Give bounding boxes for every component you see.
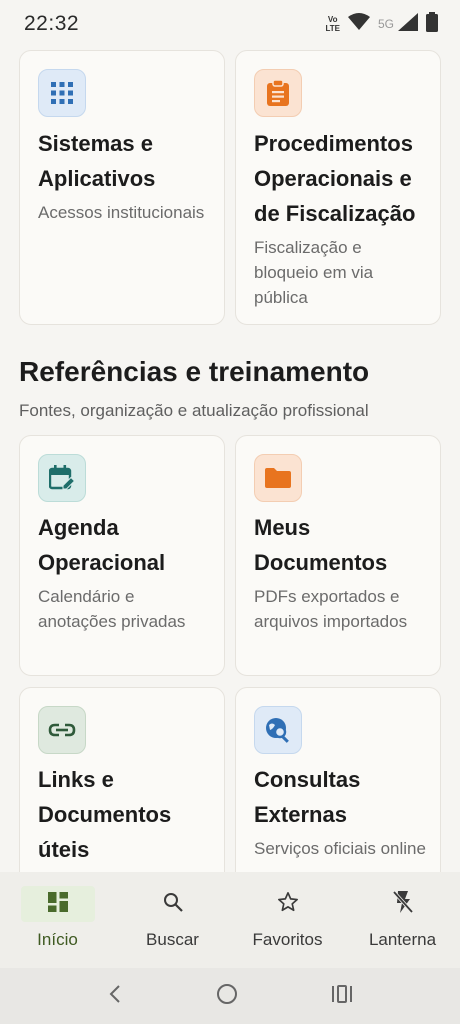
calendar-edit-icon bbox=[38, 454, 86, 502]
card-description: Calendário e anotações privadas bbox=[38, 587, 186, 631]
nav-item-favoritos[interactable]: Favoritos bbox=[230, 872, 345, 968]
grid-icon bbox=[38, 69, 86, 117]
nav-item-buscar[interactable]: Buscar bbox=[115, 872, 230, 968]
card-title: Links e Documentos úteis bbox=[38, 767, 172, 862]
folder-icon bbox=[254, 454, 302, 502]
globe-search-icon bbox=[254, 706, 302, 754]
card-description: Fiscalização e bloqueio em via pública bbox=[254, 238, 374, 307]
search-icon bbox=[163, 892, 183, 917]
star-icon bbox=[277, 891, 299, 918]
card-links-documentos[interactable]: Links e Documentos úteis bbox=[19, 687, 225, 872]
recents-icon[interactable] bbox=[331, 984, 353, 1009]
section-subtitle: Fontes, organização e atualização profis… bbox=[19, 401, 369, 420]
nav-label: Favoritos bbox=[252, 930, 323, 949]
card-consultas-externas[interactable]: Consultas Externas Serviços oficiais onl… bbox=[235, 687, 441, 872]
status-icons: Vo LTE 5G bbox=[325, 11, 438, 37]
card-title: Consultas Externas bbox=[254, 767, 361, 827]
system-navigation-bar bbox=[0, 968, 460, 1024]
nav-label: Início bbox=[37, 930, 78, 949]
wifi-icon bbox=[347, 12, 370, 36]
network-type: 5G bbox=[377, 17, 394, 31]
battery-icon bbox=[426, 11, 438, 37]
card-description: Serviços oficiais online bbox=[254, 839, 426, 858]
status-time: 22:32 bbox=[24, 12, 80, 35]
card-description: PDFs exportados e arquivos importados bbox=[254, 587, 408, 631]
card-title: Sistemas e Aplicativos bbox=[38, 131, 156, 191]
dashboard-icon bbox=[47, 891, 68, 917]
nav-item-inicio[interactable]: Início bbox=[0, 872, 115, 968]
nav-label: Buscar bbox=[146, 930, 199, 949]
flash-off-icon bbox=[392, 890, 414, 919]
signal-icon bbox=[398, 12, 418, 36]
clipboard-icon bbox=[254, 69, 302, 117]
card-procedimentos-operacionais[interactable]: Procedimentos Operacionais e de Fiscaliz… bbox=[235, 50, 441, 325]
card-description: Acessos institucionais bbox=[38, 203, 205, 222]
main-content[interactable]: Sistemas e Aplicativos Acessos instituci… bbox=[0, 48, 460, 872]
nav-label: Lanterna bbox=[368, 930, 437, 949]
nav-item-lanterna[interactable]: Lanterna bbox=[345, 872, 460, 968]
volte-indicator: Vo LTE bbox=[325, 15, 340, 33]
bottom-navigation: Início Buscar Favoritos Lanterna bbox=[0, 872, 460, 968]
status-bar: 22:32 Vo LTE 5G bbox=[0, 0, 460, 48]
card-sistemas-aplicativos[interactable]: Sistemas e Aplicativos Acessos instituci… bbox=[19, 50, 225, 325]
card-title: Agenda Operacional bbox=[38, 515, 166, 575]
card-title: Procedimentos Operacionais e de Fiscaliz… bbox=[254, 131, 416, 226]
section-title: Referências e treinamento bbox=[19, 356, 370, 387]
card-agenda-operacional[interactable]: Agenda Operacional Calendário e anotaçõe… bbox=[19, 435, 225, 676]
back-icon[interactable] bbox=[107, 984, 123, 1009]
card-meus-documentos[interactable]: Meus Documentos PDFs exportados e arquiv… bbox=[235, 435, 441, 676]
link-icon bbox=[38, 706, 86, 754]
card-title: Meus Documentos bbox=[254, 515, 388, 575]
home-icon[interactable] bbox=[216, 983, 238, 1010]
